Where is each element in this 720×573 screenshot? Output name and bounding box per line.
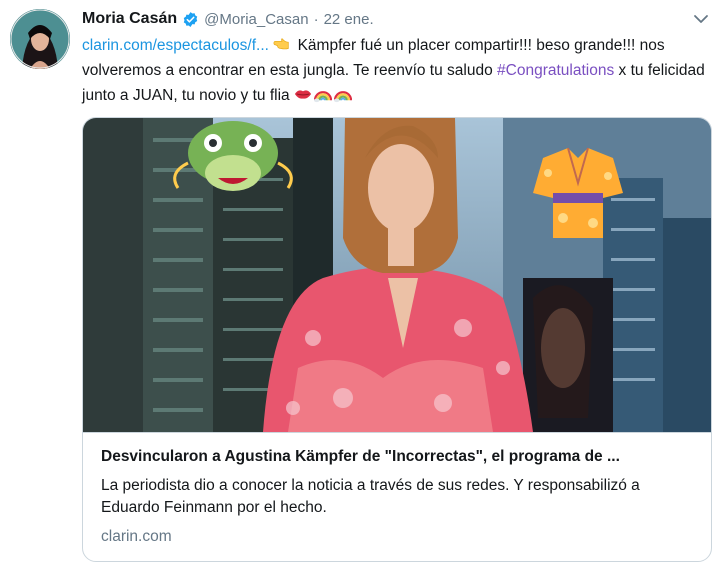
author-name[interactable]: Moria Casán bbox=[82, 10, 177, 28]
separator-dot: · bbox=[313, 10, 319, 28]
tweet-date[interactable]: 22 ene. bbox=[324, 11, 374, 28]
rainbow-icon bbox=[313, 91, 332, 103]
card-domain: clarin.com bbox=[101, 528, 172, 545]
avatar-photo bbox=[10, 9, 70, 69]
tweet-text: clarin.com/espectaculos/f... Kämpfer fué… bbox=[82, 33, 712, 108]
kiss-lips-icon bbox=[294, 90, 312, 99]
avatar[interactable] bbox=[10, 9, 70, 69]
verified-badge-icon bbox=[183, 11, 198, 27]
pointing-hand-icon bbox=[273, 38, 289, 50]
card-title[interactable]: Desvincularon a Agustina Kämpfer de "Inc… bbox=[101, 448, 696, 466]
tweet-header: Moria Casán @Moria_Casan · 22 ene. bbox=[82, 8, 374, 30]
tweet[interactable]: Moria Casán @Moria_Casan · 22 ene. clari… bbox=[0, 0, 720, 573]
card-description: La periodista dio a conocer la noticia a… bbox=[101, 477, 640, 516]
rainbow-icon bbox=[333, 91, 352, 103]
card-image[interactable] bbox=[83, 118, 711, 433]
hashtag-link[interactable]: #Congratulations bbox=[497, 62, 614, 79]
chevron-down-icon[interactable] bbox=[692, 10, 710, 28]
link-preview-card[interactable]: Desvincularon a Agustina Kämpfer de "Inc… bbox=[82, 117, 712, 562]
author-handle[interactable]: @Moria_Casan bbox=[204, 11, 308, 28]
tweet-link[interactable]: clarin.com/espectaculos/f... bbox=[82, 37, 269, 54]
